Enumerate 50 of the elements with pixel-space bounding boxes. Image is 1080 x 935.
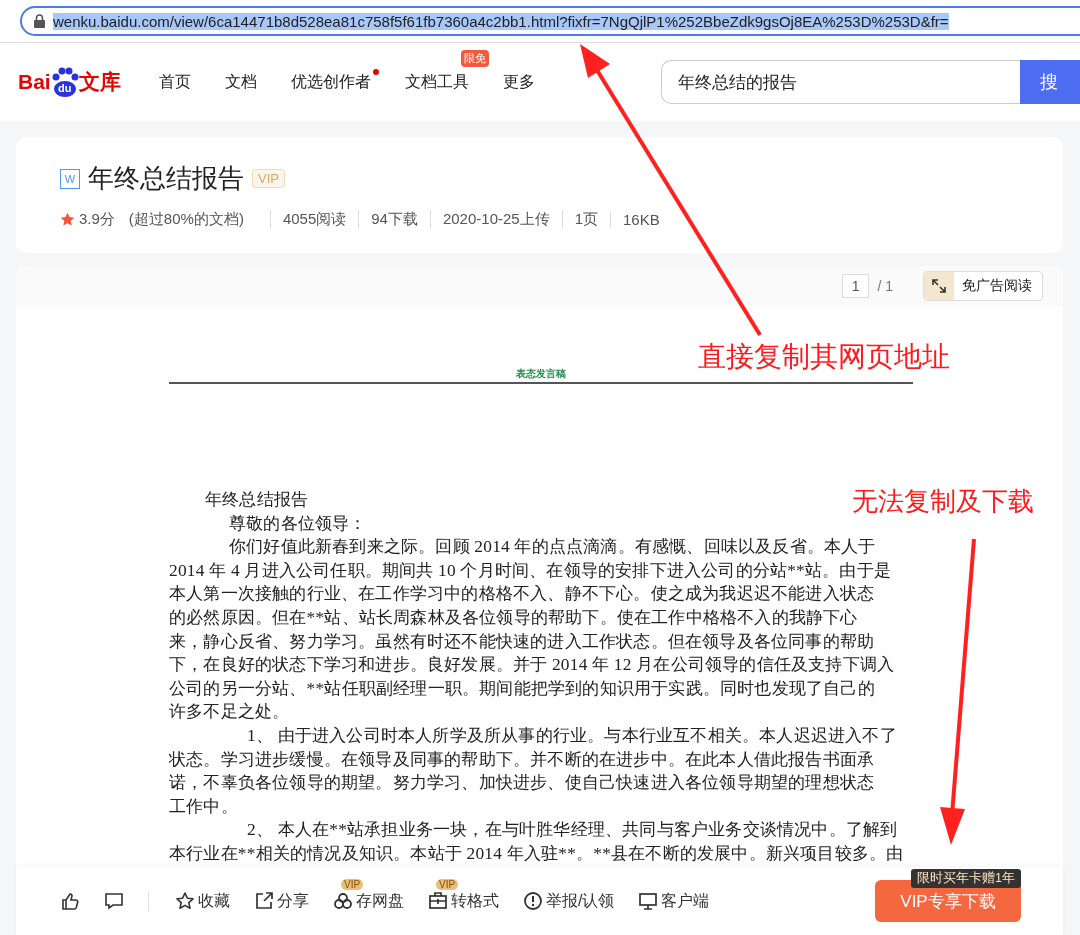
document-title: 年终总结报告: [88, 162, 244, 195]
monitor-icon: [638, 891, 659, 911]
annotation-text: 无法复制及下载: [852, 485, 1034, 518]
paragraph: 尊敬的各位领导：: [228, 511, 367, 535]
nav-badge: 限免: [460, 49, 489, 67]
toolbox-icon: [428, 891, 448, 911]
toolbar-action[interactable]: 转格式: [428, 890, 499, 912]
exclamation-icon: [523, 891, 543, 911]
star-icon: [60, 212, 75, 227]
vip-badge: VIP: [436, 878, 459, 890]
nav-link[interactable]: 文档: [224, 71, 257, 93]
search-button[interactable]: 搜: [1020, 60, 1080, 104]
page-total: / 1: [877, 278, 893, 294]
toolbar-action[interactable]: 举报/认领: [523, 890, 615, 912]
document-stat: 16KB: [610, 211, 672, 228]
ad-free-read-button[interactable]: 免广告阅读: [923, 271, 1043, 301]
thumbs-up-icon[interactable]: [60, 891, 80, 911]
rating-score: 3.9分: [79, 210, 115, 229]
document-stat: 94下载: [358, 210, 430, 229]
cloud-icon: [333, 891, 353, 911]
document-stat: 1页: [561, 210, 610, 229]
star-icon: [175, 891, 195, 911]
paragraph: 你们好值此新春到来之际。回顾 2014 年的点点滴滴。有感慨、回味以及反省。本人于 2014 年 4 月进入公司任职。期间共 10 个月时间、在领导的安排下进入公司的分站**站。由于是 本人第一次接触的行业、在工作学习中的格格不入、静不下心。使之成为我迟迟不能进入状态 的必然原因。但在**站、站长周森林及各位领导的帮助下。使在工作中格格不入的我静下心 来，静心反省、努力学习。虽然有时还不能快速的进入工作状态。但在领导及各位同事的帮助 下，在良好的状态下学习和进步。良好发展。并于 2014 年 12 月在公司领导的信任及支持下调入 公司的另一分站、**站任职副经理一职。期间能把学到的知识用于实践。同时也发现了自己的 许多不足之处。: [169, 535, 895, 724]
toolbar-action[interactable]: 客户端: [638, 890, 710, 912]
lock-icon: [34, 14, 45, 28]
url-text: wenku.baidu.com/view/6ca14471b8d528ea81c758f5f61fb7360a4c2bb1.html?fixfr=7NgQjlP1%252BbeZdk9gsOj8EA%253D%253D&fr=: [53, 12, 949, 30]
paragraph: 2、 本人在**站承担业务一块，在与叶胜华经理、共同与客户业务交谈情况中。了解到 本行业在**相关的情况及知识。本站于 2014 年入驻**。**县在不断的发展中。新兴项目较多。由: [169, 818, 904, 865]
nav-link[interactable]: 更多: [502, 71, 535, 93]
address-bar[interactable]: wenku.baidu.com/view/6ca14471b8d528ea81c758f5f61fb7360a4c2bb1.html?fixfr=7NgQjlP1%252BbeZdk9gsOj8EA%253D%253D&fr=: [20, 6, 1080, 36]
toolbar-action[interactable]: 存网盘: [333, 890, 404, 912]
expand-icon: [932, 279, 946, 293]
vip-badge: VIP: [341, 878, 364, 890]
share-icon: [254, 891, 274, 911]
nav-link[interactable]: 文档工具: [404, 71, 469, 93]
rating-note: (超过80%的文档): [127, 210, 245, 229]
document-heading: 年终总结报告: [204, 488, 309, 511]
nav-link[interactable]: 优选创作者: [290, 71, 371, 93]
vip-badge: VIP: [252, 169, 285, 188]
word-file-icon: W: [60, 168, 80, 189]
page-number-field[interactable]: 1: [841, 274, 870, 298]
search-field[interactable]: 年终总结的报告: [660, 60, 1020, 104]
toolbar-action[interactable]: 分享: [254, 890, 309, 912]
logo[interactable]: Bai du 文库: [18, 67, 121, 97]
toolbar-action[interactable]: 收藏: [175, 890, 230, 912]
nav-link[interactable]: 首页: [158, 71, 191, 93]
document-stat: 4055阅读: [269, 210, 359, 229]
paragraph: 1、 由于进入公司时本人所学及所从事的行业。与本行业互不相关。本人迟迟进入不了 状态。学习进步缓慢。在领导及同事的帮助下。并不断的在进步中。在此本人借此报告书面承 诺，不辜负各位领导的期望。努力学习、加快进步、使自己快速进入各位领导期望的理想状态 工作中。: [169, 723, 897, 818]
promo-tooltip: 限时买年卡赠1年: [911, 869, 1021, 888]
document-stat: 2020-10-25上传: [429, 210, 562, 229]
comment-icon[interactable]: [104, 891, 124, 911]
